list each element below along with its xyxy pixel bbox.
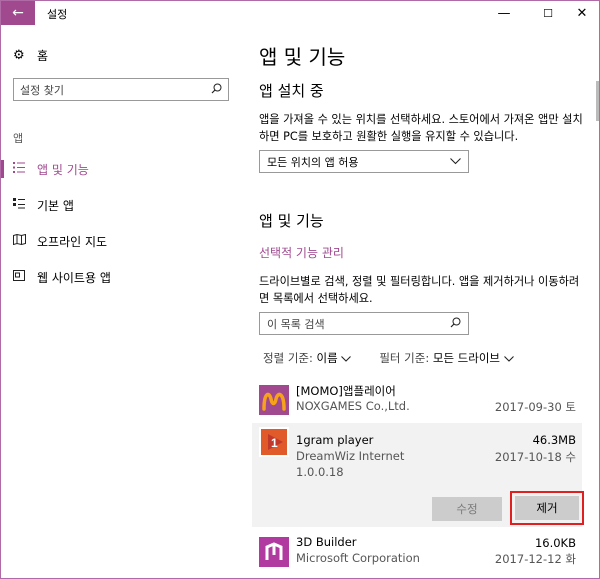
apps-description: 드라이브별로 검색, 정렬 및 필터링합니다. 앱을 제거하거나 이동하려면 목… [259,275,580,305]
svg-text:1: 1 [271,436,278,450]
app-publisher: DreamWiz Internet [296,449,405,463]
modify-button[interactable]: 수정 [432,497,502,521]
settings-search-input[interactable]: 설정 찾기 [13,78,229,101]
sidebar-item-label: 기본 앱 [37,198,74,213]
install-source-value: 모든 위치의 앱 허용 [267,155,359,169]
sidebar: ⚙ 홈 설정 찾기 앱 앱 및 기능 기본 앱 오프라인 지도 웹 사이트용 앱 [1,25,237,578]
back-button[interactable]: ← [1,1,35,25]
app-publisher: NOXGAMES Co.,Ltd. [296,399,410,413]
sidebar-section-label: 앱 [13,132,24,145]
sidebar-item-offline-maps[interactable]: 오프라인 지도 [1,231,237,251]
uninstall-button[interactable]: 제거 [515,496,579,520]
window-title: 설정 [47,8,68,21]
sidebar-home[interactable]: ⚙ 홈 [13,47,48,64]
list-icon [13,162,27,176]
filter-value: 모든 드라이브 [432,351,500,365]
app-install-date: 2017-09-30 토 [494,400,576,414]
minimize-button[interactable]: — [487,1,521,25]
settings-search-placeholder: 설정 찾기 [20,83,64,97]
maximize-button[interactable]: ☐ [531,1,565,25]
momo-app-icon [259,385,289,415]
maximize-icon: ☐ [543,6,553,20]
app-name: [MOMO]앱플레이어 [296,384,396,398]
scrollbar[interactable] [596,81,599,121]
filter-dropdown[interactable]: 필터 기준: 모든 드라이브 [379,350,514,366]
search-icon [450,317,461,331]
sort-dropdown[interactable]: 정렬 기준: 이름 [263,350,352,366]
sort-filter-row: 정렬 기준: 이름 필터 기준: 모든 드라이브 [263,350,514,366]
app-list-item[interactable]: 3D Builder Microsoft Corporation 16.0KB … [252,533,582,575]
app-list-search-placeholder: 이 목록 검색 [267,317,325,331]
map-icon [13,233,27,248]
sidebar-item-label: 앱 및 기능 [37,162,89,177]
default-apps-icon [13,198,27,212]
1gram-app-icon: 1 [259,427,289,457]
close-button[interactable]: ✕ [565,1,599,25]
app-name: 3D Builder [296,535,357,549]
chevron-down-icon [341,351,352,365]
close-icon: ✕ [576,5,588,21]
filter-label: 필터 기준: [379,351,430,365]
app-install-date: 2017-12-12 화 [494,552,576,566]
title-bar: ← 설정 — ☐ ✕ [1,1,599,25]
app-name: 1gram player [296,433,374,447]
app-list-item[interactable]: [MOMO]앱플레이어 NOXGAMES Co.,Ltd. 2017-09-30… [252,381,582,419]
sidebar-item-website-apps[interactable]: 웹 사이트용 앱 [1,267,237,287]
sort-label: 정렬 기준: [263,351,313,365]
chevron-down-icon [450,155,461,168]
sort-value: 이름 [316,351,338,365]
website-apps-icon [13,270,27,284]
app-list-item-selected[interactable]: 1 1gram player DreamWiz Internet 1.0.0.1… [252,423,584,527]
main-content: 앱 및 기능 앱 설치 중 앱을 가져올 수 있는 위치를 선택하세요. 스토어… [238,25,600,578]
app-size: 16.0KB [534,536,576,550]
app-list-search-input[interactable]: 이 목록 검색 [259,312,469,335]
install-description: 앱을 가져올 수 있는 위치를 선택하세요. 스토어에서 가져온 앱만 설치하면… [259,113,583,143]
search-icon [211,83,222,97]
install-source-dropdown[interactable]: 모든 위치의 앱 허용 [259,150,469,173]
install-heading: 앱 설치 중 [259,82,324,100]
sidebar-item-default-apps[interactable]: 기본 앱 [1,195,237,215]
sidebar-item-label: 오프라인 지도 [37,234,108,249]
app-publisher: Microsoft Corporation [296,551,420,565]
sidebar-item-apps-features[interactable]: 앱 및 기능 [1,159,237,179]
back-arrow-icon: ← [12,5,24,21]
app-size: 46.3MB [532,433,576,447]
sidebar-item-label: 웹 사이트용 앱 [37,270,111,285]
3d-builder-app-icon [259,537,289,567]
settings-window: ← 설정 — ☐ ✕ ⚙ 홈 설정 찾기 앱 앱 및 기능 기본 앱 오프라인 … [0,0,600,579]
app-version: 1.0.0.18 [296,465,344,479]
chevron-down-icon [503,351,514,365]
uninstall-button-highlight: 제거 [510,491,584,525]
optional-features-link[interactable]: 선택적 기능 관리 [259,244,344,261]
apps-heading: 앱 및 기능 [259,212,324,230]
gear-icon: ⚙ [13,48,25,63]
app-install-date: 2017-10-18 수 [494,450,576,464]
page-title: 앱 및 기능 [259,45,346,69]
home-label: 홈 [37,49,49,63]
minimize-icon: — [497,5,511,21]
